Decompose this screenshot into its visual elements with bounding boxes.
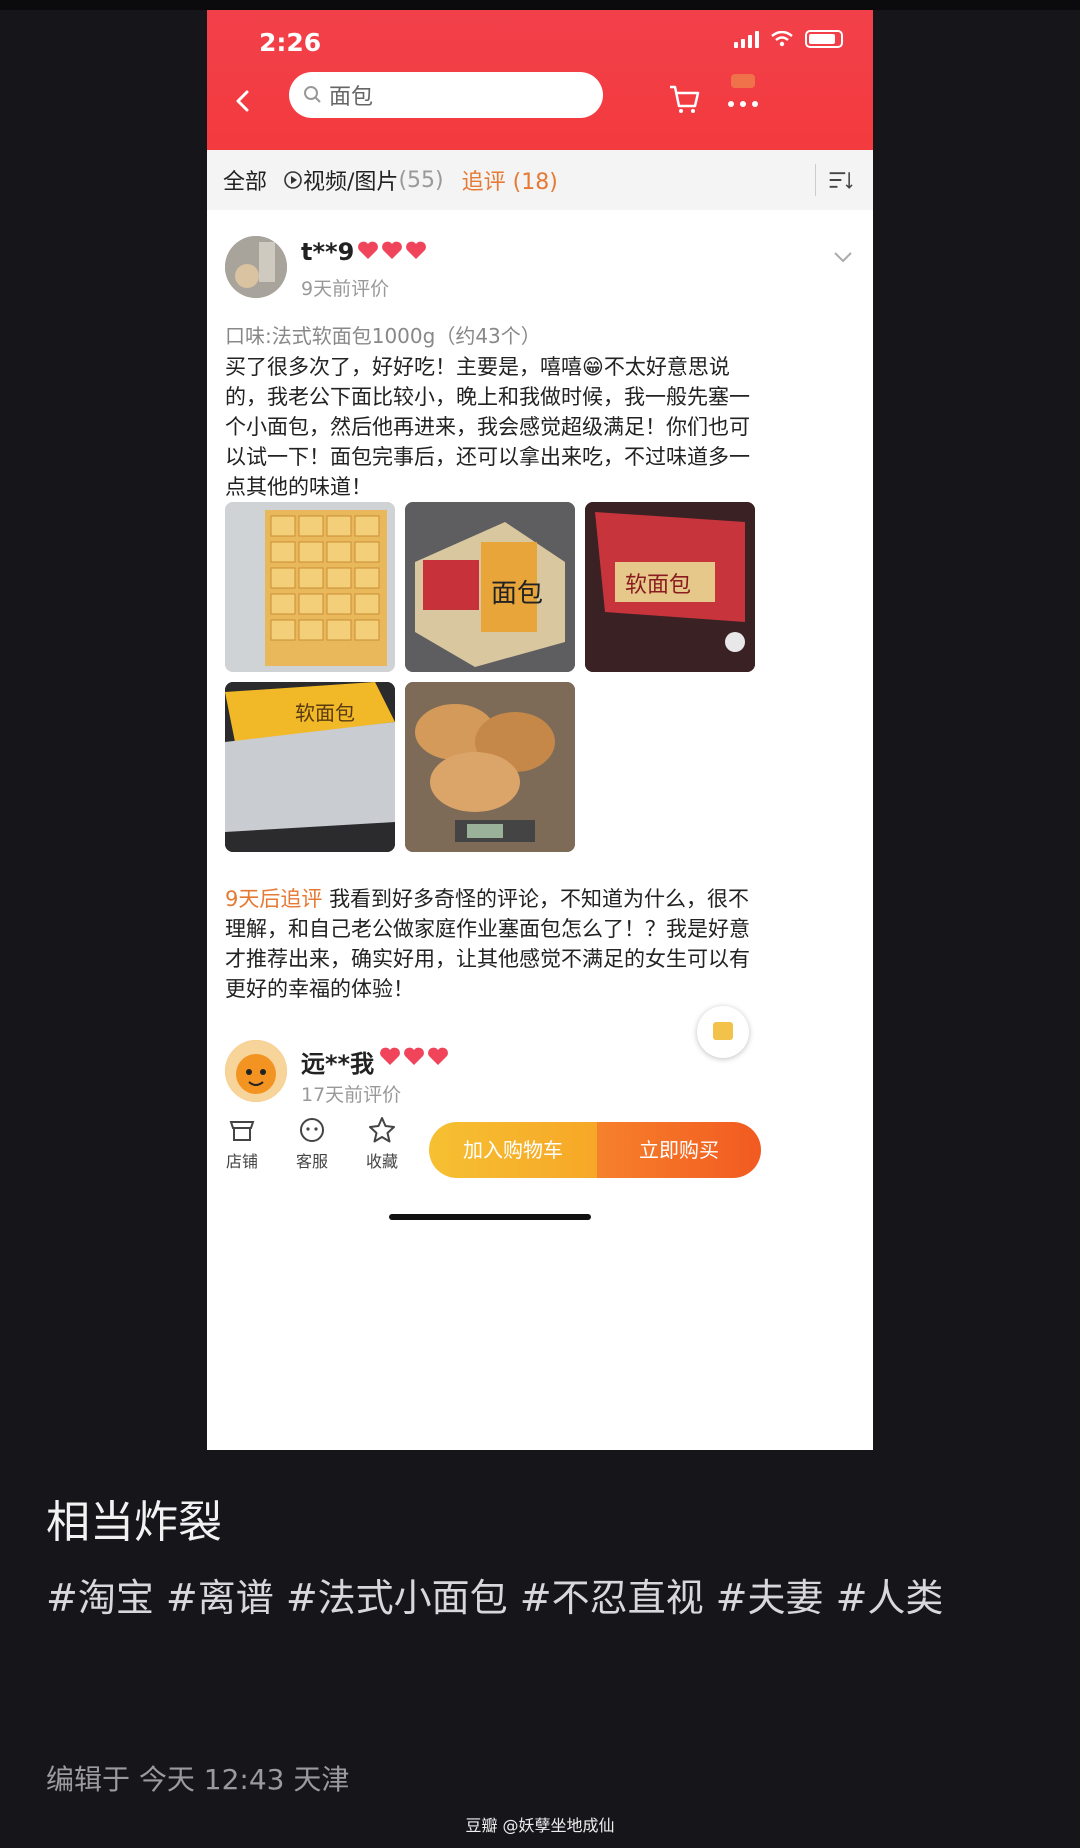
heart-icon (380, 1047, 400, 1065)
battery-icon (805, 30, 843, 48)
photo-yellow-box: 软面包 (225, 682, 395, 852)
search-input[interactable]: 面包 (289, 72, 603, 118)
avatar[interactable] (225, 1040, 287, 1102)
favorite-button[interactable]: 收藏 (357, 1116, 407, 1172)
home-indicator (389, 1214, 591, 1220)
product-spec: 口味:法式软面包1000g（约43个） (225, 324, 541, 348)
app-header: 2:26 面包 (207, 10, 873, 150)
status-time: 2:26 (259, 28, 322, 57)
box-label: 面包 (491, 579, 543, 609)
post-hashtags[interactable]: #淘宝 #离谱 #法式小面包 #不忍直视 #夫妻 #人类 (46, 1568, 1026, 1628)
more-icon[interactable] (723, 72, 763, 118)
review-tabs: 全部 视频/图片 (55) 追评 (18) (207, 150, 873, 210)
avatar-photo (225, 236, 287, 298)
shop-icon (229, 1121, 255, 1141)
photo-red-package: 软面包 (585, 502, 755, 672)
avatar-cartoon (225, 1040, 287, 1102)
tab-followup[interactable]: 追评 (18) (462, 164, 558, 196)
buy-now-button[interactable]: 立即购买 (597, 1122, 761, 1178)
service-button[interactable]: 客服 (287, 1116, 337, 1172)
back-to-top-button[interactable] (697, 1006, 749, 1058)
service-label: 客服 (295, 1152, 328, 1171)
heart-icon (382, 241, 402, 259)
heart-icon (428, 1047, 448, 1065)
review-photo[interactable]: 软面包 (225, 682, 395, 852)
rating-hearts (357, 240, 427, 260)
edited-time: 编辑于 今天 12:43 天津 (46, 1763, 350, 1796)
add-to-cart-button[interactable]: 加入购物车 (429, 1122, 597, 1178)
favorite-label: 收藏 (365, 1152, 398, 1171)
review-text: 买了很多次了，好好吃！主要是，嘻嘻😁不太好意思说的，我老公下面比较小，晚上和我做… (225, 355, 750, 499)
chevron-down-icon[interactable] (833, 250, 853, 264)
search-icon (304, 86, 321, 103)
tab-media-label: 视频/图片 (303, 170, 399, 195)
tab-followup-label: 追评 (461, 170, 506, 195)
photo-bread-packs (225, 502, 395, 672)
filter-icon[interactable] (815, 164, 855, 196)
reviewer-name: t**9 (301, 238, 355, 266)
tab-followup-count: (18) (512, 170, 558, 195)
photo-bread-on-scale (405, 682, 575, 852)
reviewer-name: 远**我 (301, 1050, 375, 1078)
review-photo[interactable] (405, 682, 575, 852)
wifi-icon (771, 31, 793, 47)
review-photo[interactable]: 面包 (405, 502, 575, 672)
signal-icon (734, 30, 759, 48)
tab-media-count: (55) (398, 167, 444, 193)
yellow-box-label: 软面包 (295, 701, 355, 725)
cart-icon[interactable] (667, 82, 701, 116)
back-arrow-icon[interactable] (231, 88, 257, 114)
heart-icon (404, 1047, 424, 1065)
watermark: 豆瓣 @妖孽坐地成仙 (465, 1816, 615, 1835)
avatar[interactable] (225, 236, 287, 298)
followup-review: 9天后追评 我看到好多奇怪的评论，不知道为什么，很不理解，和自己老公做家庭作业塞… (225, 884, 755, 1004)
search-placeholder: 面包 (329, 85, 374, 110)
review-time: 17天前评价 (301, 1084, 402, 1106)
photo-box: 面包 (405, 502, 575, 672)
followup-tag: 9天后追评 (225, 887, 323, 911)
play-icon (284, 171, 302, 189)
heart-icon (358, 241, 378, 259)
package-label: 软面包 (625, 573, 691, 598)
top-strip (0, 0, 1080, 10)
shop-button[interactable]: 店铺 (217, 1116, 267, 1172)
review-photo[interactable]: 软面包 (585, 502, 755, 672)
service-icon (300, 1118, 324, 1142)
review-card: t**9 9天前评价 口味:法式软面包1000g（约43个） 买了很多次了，好好… (207, 210, 873, 1150)
status-icons (734, 30, 843, 48)
phone-screenshot: 2:26 面包 全部 视频/图片 (55) 追评 (18) t**9 9天前评价… (207, 10, 873, 1450)
tab-all-label: 全部 (223, 170, 268, 195)
star-icon (369, 1117, 395, 1143)
tab-media[interactable]: 视频/图片 (55) (283, 164, 444, 196)
chat-icon (713, 1022, 733, 1040)
tab-all[interactable]: 全部 (223, 164, 267, 196)
review-photo[interactable] (225, 502, 395, 672)
screenshot-page: 2:26 面包 全部 视频/图片 (55) 追评 (18) t**9 9天前评价… (0, 0, 1080, 1848)
review-time: 9天前评价 (301, 278, 390, 300)
heart-icon (406, 241, 426, 259)
rating-hearts (379, 1046, 449, 1066)
shop-label: 店铺 (225, 1152, 258, 1171)
post-caption: 相当炸裂 (46, 1497, 222, 1548)
bottom-action-bar: 店铺 客服 收藏 加入购物车 立即购买 (207, 1116, 873, 1198)
